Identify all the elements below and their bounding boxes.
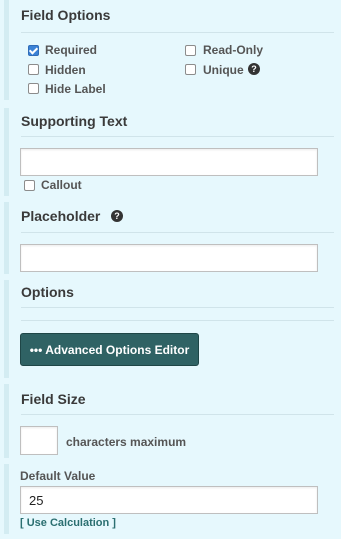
placeholder-title: Placeholder (21, 208, 101, 224)
question-circle-icon[interactable]: ? (111, 210, 123, 222)
divider (21, 414, 334, 415)
read-only-checkbox[interactable] (185, 45, 196, 56)
required-label[interactable]: Required (45, 43, 97, 57)
read-only-label[interactable]: Read-Only (203, 43, 263, 57)
field-size-input[interactable] (20, 426, 58, 455)
default-value-input[interactable] (20, 486, 318, 514)
divider (21, 307, 334, 308)
unique-checkbox[interactable] (185, 64, 196, 75)
options-title: Options (21, 284, 74, 300)
field-options-title: Field Options (21, 7, 111, 23)
hidden-checkbox[interactable] (28, 64, 39, 75)
supporting-text-input[interactable] (20, 148, 318, 176)
advanced-options-editor-button[interactable]: ••• Advanced Options Editor (20, 333, 199, 366)
field-size-title: Field Size (21, 391, 86, 407)
field-size-section: Field Size characters maximum (4, 384, 341, 458)
field-size-suffix: characters maximum (66, 435, 187, 449)
placeholder-section: Placeholder ? (4, 202, 341, 274)
supporting-text-title: Supporting Text (21, 113, 128, 129)
required-checkbox[interactable] (28, 45, 39, 56)
hide-label-label[interactable]: Hide Label (45, 82, 106, 96)
divider (21, 32, 334, 33)
unique-label[interactable]: Unique (203, 63, 244, 77)
divider (21, 320, 334, 321)
divider (21, 232, 334, 233)
divider (21, 136, 334, 137)
default-value-section: Default Value [ Use Calculation ] (4, 464, 341, 534)
question-circle-icon[interactable]: ? (248, 63, 260, 75)
callout-checkbox[interactable] (24, 180, 35, 191)
field-options-section: Field Options Required Read-Only Hidden … (4, 0, 341, 100)
callout-label[interactable]: Callout (41, 178, 82, 192)
placeholder-input[interactable] (20, 244, 318, 272)
hidden-label[interactable]: Hidden (45, 63, 86, 77)
supporting-text-section: Supporting Text Callout (4, 108, 341, 196)
use-calculation-link[interactable]: [ Use Calculation ] (20, 517, 116, 529)
options-section: Options ••• Advanced Options Editor (4, 280, 341, 378)
default-value-label: Default Value (20, 469, 96, 483)
hide-label-checkbox[interactable] (28, 83, 39, 94)
